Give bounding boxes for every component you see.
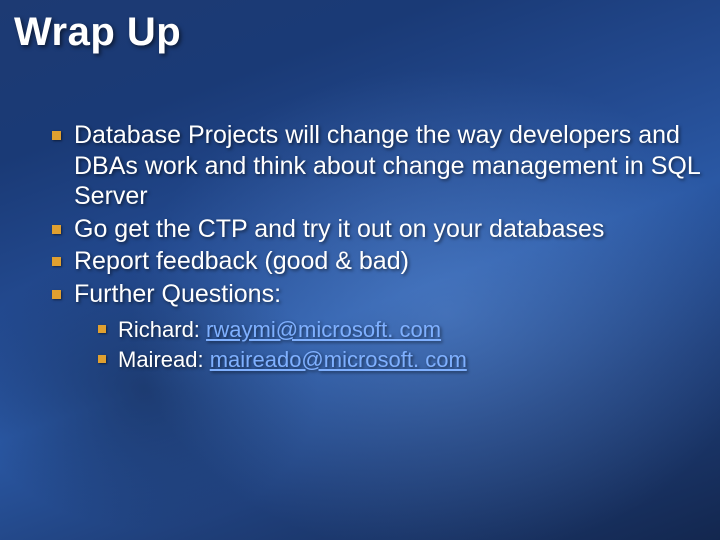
bullet-item: Go get the CTP and try it out on your da…	[46, 214, 700, 245]
main-bullet-list: Database Projects will change the way de…	[46, 120, 700, 309]
bullet-item: Report feedback (good & bad)	[46, 246, 700, 277]
email-link[interactable]: maireado@microsoft. com	[210, 347, 467, 372]
sub-bullet-list: Richard: rwaymi@microsoft. com Mairead: …	[46, 315, 700, 374]
slide-title: Wrap Up	[14, 10, 181, 55]
contact-item: Richard: rwaymi@microsoft. com	[94, 315, 700, 345]
bullet-item: Further Questions:	[46, 279, 700, 310]
contact-label: Richard:	[118, 317, 206, 342]
contact-label: Mairead:	[118, 347, 210, 372]
email-link[interactable]: rwaymi@microsoft. com	[206, 317, 441, 342]
bullet-item: Database Projects will change the way de…	[46, 120, 700, 212]
slide: Wrap Up Database Projects will change th…	[0, 0, 720, 540]
contact-item: Mairead: maireado@microsoft. com	[94, 345, 700, 375]
slide-content: Database Projects will change the way de…	[46, 120, 700, 374]
